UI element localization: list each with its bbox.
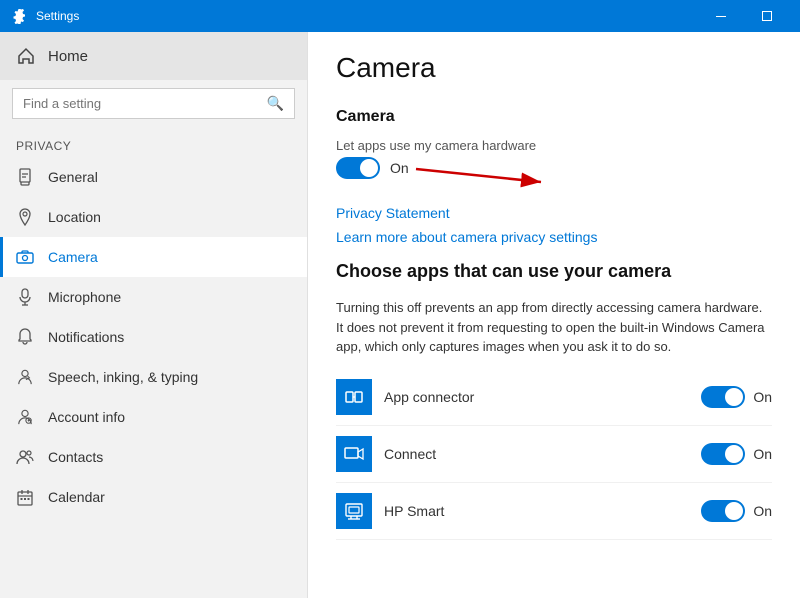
home-icon [16, 46, 36, 66]
privacy-section-label: Privacy [0, 127, 307, 157]
learn-more-link[interactable]: Learn more about camera privacy settings [336, 229, 772, 245]
settings-icon [10, 7, 28, 25]
home-nav-item[interactable]: Home [0, 32, 307, 80]
sidebar: Home 🔍 Privacy General [0, 32, 308, 598]
app-row-hpsmart: HP Smart On [336, 483, 772, 540]
sidebar-item-general[interactable]: General [0, 157, 307, 197]
account-label: Account info [48, 409, 125, 425]
apps-description: Turning this off prevents an app from di… [336, 298, 772, 357]
sidebar-item-microphone[interactable]: Microphone [0, 277, 307, 317]
search-icon: 🔍 [267, 95, 284, 112]
app-connector-name: App connector [384, 389, 689, 405]
annotation-arrow [386, 147, 566, 197]
calendar-icon [16, 488, 34, 506]
microphone-label: Microphone [48, 289, 121, 305]
camera-toggle[interactable] [336, 157, 380, 179]
app-row-connector: App connector On [336, 369, 772, 426]
home-label: Home [48, 48, 88, 65]
toggle-state-label: On [390, 160, 409, 176]
sidebar-item-account[interactable]: Account info [0, 397, 307, 437]
camera-nav-icon [16, 248, 34, 266]
minimize-button[interactable] [698, 0, 744, 32]
general-icon [16, 168, 34, 186]
account-icon [16, 408, 34, 426]
location-label: Location [48, 209, 101, 225]
camera-section-title: Camera [336, 108, 772, 126]
titlebar: Settings [0, 0, 800, 32]
camera-toggle-row: On [336, 157, 409, 179]
search-input[interactable] [23, 96, 259, 111]
general-label: General [48, 169, 98, 185]
hpsmart-name: HP Smart [384, 503, 689, 519]
connect-toggle-row: On [701, 443, 772, 465]
titlebar-title: Settings [36, 9, 698, 23]
app-connector-state: On [753, 389, 772, 405]
calendar-label: Calendar [48, 489, 105, 505]
privacy-statement-link[interactable]: Privacy Statement [336, 205, 772, 221]
maximize-button[interactable] [744, 0, 790, 32]
connect-state: On [753, 446, 772, 462]
sidebar-item-camera[interactable]: Camera [0, 237, 307, 277]
toggle-hint: Let apps use my camera hardware [336, 138, 772, 153]
hpsmart-toggle[interactable] [701, 500, 745, 522]
hpsmart-icon [336, 493, 372, 529]
main-inner: Camera Camera Let apps use my camera har… [336, 52, 772, 540]
notifications-icon [16, 328, 34, 346]
contacts-icon [16, 448, 34, 466]
app-container: Home 🔍 Privacy General [0, 32, 800, 598]
connect-name: Connect [384, 446, 689, 462]
app-row-connect: Connect On [336, 426, 772, 483]
app-connector-toggle[interactable] [701, 386, 745, 408]
connect-icon [336, 436, 372, 472]
search-box[interactable]: 🔍 [12, 88, 295, 119]
sidebar-item-contacts[interactable]: Contacts [0, 437, 307, 477]
window-controls [698, 0, 790, 32]
hpsmart-toggle-row: On [701, 500, 772, 522]
speech-icon [16, 368, 34, 386]
hpsmart-state: On [753, 503, 772, 519]
sidebar-item-speech[interactable]: Speech, inking, & typing [0, 357, 307, 397]
location-icon [16, 208, 34, 226]
connect-toggle[interactable] [701, 443, 745, 465]
contacts-label: Contacts [48, 449, 103, 465]
sidebar-item-notifications[interactable]: Notifications [0, 317, 307, 357]
sidebar-item-location[interactable]: Location [0, 197, 307, 237]
app-connector-toggle-row: On [701, 386, 772, 408]
apps-section-title: Choose apps that can use your camera [336, 261, 772, 282]
microphone-icon [16, 288, 34, 306]
main-content: Camera Camera Let apps use my camera har… [308, 32, 800, 598]
speech-label: Speech, inking, & typing [48, 369, 198, 385]
notifications-label: Notifications [48, 329, 124, 345]
camera-label: Camera [48, 249, 98, 265]
page-title: Camera [336, 52, 772, 84]
sidebar-item-calendar[interactable]: Calendar [0, 477, 307, 517]
app-connector-icon [336, 379, 372, 415]
